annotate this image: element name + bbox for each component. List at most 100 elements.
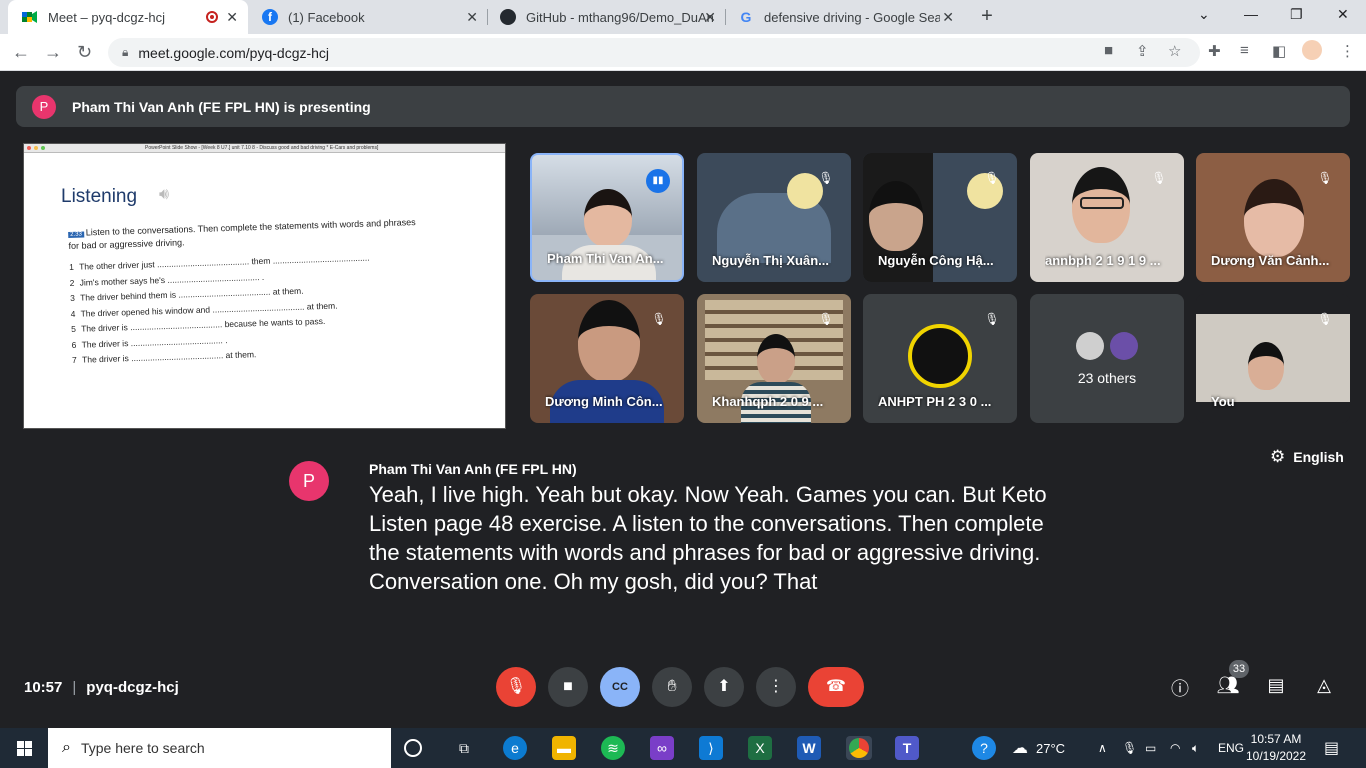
excel-icon[interactable]: X: [748, 736, 772, 760]
more-options-button[interactable]: ⋮: [756, 667, 796, 707]
window-dot: [41, 146, 45, 150]
meeting-code: pyq-dcgz-hcj: [86, 679, 179, 696]
mic-off-icon: 🎙︎: [1317, 171, 1333, 185]
share-icon[interactable]: ⇪: [1136, 42, 1149, 60]
caption-language-button[interactable]: ⚙︎ English: [1270, 447, 1344, 467]
end-call-button[interactable]: ☎︎: [808, 667, 864, 707]
browser-menu-icon[interactable]: ⋮: [1340, 42, 1355, 60]
weather-temp: 27°C: [1036, 740, 1066, 756]
tab-search-icon[interactable]: ⌄: [1198, 6, 1210, 23]
people-button[interactable]: 👥︎: [1214, 675, 1242, 696]
mic-off-icon: 🎙︎: [984, 312, 1000, 326]
url-text: meet.google.com/pyq-dcgz-hcj: [138, 44, 330, 61]
participant-tile[interactable]: 🎙︎ Nguyễn Công Hậ...: [863, 153, 1017, 282]
participant-name: Nguyễn Thị Xuân...: [712, 253, 830, 268]
tab-title: defensive driving - Google Search: [764, 9, 940, 25]
activities-button[interactable]: ◬: [1310, 675, 1338, 696]
close-tab-icon[interactable]: ✕: [466, 9, 478, 26]
task-view-icon[interactable]: ⧉: [452, 736, 476, 760]
browser-toolbar: ← → ↻ 🔒︎ meet.google.com/pyq-dcgz-hcj: [0, 34, 1366, 71]
participant-tile[interactable]: 🎙︎ annbph 2 1 9 1 9 ...: [1030, 153, 1184, 282]
close-tab-icon[interactable]: ✕: [704, 9, 716, 26]
cortana-icon[interactable]: [404, 739, 422, 757]
video-person: [1248, 342, 1284, 390]
presenter-avatar: P: [32, 94, 56, 119]
close-tab-icon[interactable]: ✕: [942, 9, 954, 26]
windows-logo-icon: [16, 740, 32, 756]
chat-button[interactable]: ▤: [1262, 675, 1290, 696]
close-tab-icon[interactable]: ✕: [226, 9, 238, 26]
tab-facebook[interactable]: f (1) Facebook ✕: [248, 0, 488, 34]
instruction-text: Listen to the conversations. Then comple…: [68, 217, 416, 251]
participant-name: annbph 2 1 9 1 9 ...: [1045, 253, 1161, 268]
taskbar-clock[interactable]: 10:57 AM 10/19/2022: [1240, 731, 1312, 765]
reload-icon[interactable]: ↻: [77, 42, 92, 63]
video-person: [584, 189, 632, 247]
video-person: [578, 300, 640, 382]
minimize-button[interactable]: —: [1244, 6, 1258, 22]
others-tile[interactable]: 23 others: [1030, 294, 1184, 423]
visual-studio-icon[interactable]: ∞: [650, 736, 674, 760]
mic-off-icon: 🎙︎: [1317, 312, 1333, 326]
meeting-info-button[interactable]: ⓘ: [1166, 675, 1194, 701]
extensions-icon[interactable]: ✚: [1208, 42, 1221, 60]
tab-google-search[interactable]: G defensive driving - Google Search ✕: [724, 0, 964, 34]
present-button[interactable]: ⬆: [704, 667, 744, 707]
media-control-icon[interactable]: ≡: [1240, 42, 1249, 59]
chat-icon: ▤: [1267, 675, 1285, 695]
forward-icon[interactable]: →: [44, 42, 62, 63]
participant-name: You: [1211, 394, 1235, 409]
bookmark-star-icon[interactable]: ☆: [1168, 42, 1181, 60]
wifi-icon[interactable]: ◠: [1170, 728, 1180, 768]
video-person: [869, 181, 923, 251]
raise-hand-button[interactable]: ✋︎: [652, 667, 692, 707]
tab-github[interactable]: GitHub - mthang96/Demo_DuAn ✕: [486, 0, 726, 34]
new-tab-button[interactable]: +: [976, 5, 998, 27]
presentation-slide[interactable]: PowerPoint Slide Show - [Week 8 U7.] uni…: [23, 143, 506, 429]
participant-tile[interactable]: 🎙︎ Dương Minh Côn...: [530, 294, 684, 423]
profile-avatar[interactable]: [1302, 40, 1322, 60]
chrome-icon[interactable]: [846, 736, 872, 760]
help-icon[interactable]: ?: [972, 736, 996, 760]
participant-tile[interactable]: 🎙︎ Dương Văn Cảnh...: [1196, 153, 1350, 282]
address-bar[interactable]: 🔒︎ meet.google.com/pyq-dcgz-hcj: [108, 38, 1200, 67]
taskbar-search-box[interactable]: ⌕ Type here to search: [48, 728, 391, 768]
mic-toggle-button[interactable]: 🎙︎: [496, 667, 536, 707]
participant-tile[interactable]: ▮▮ Pham Thi Van An...: [530, 153, 684, 282]
tab-meet[interactable]: Meet – pyq-dcgz-hcj ✕: [8, 0, 248, 34]
participant-name: Dương Văn Cảnh...: [1211, 253, 1330, 268]
participant-avatar: [908, 324, 972, 388]
camera-permission-icon[interactable]: ■: [1104, 42, 1113, 59]
microphone-tray-icon[interactable]: 🎙︎: [1122, 728, 1137, 768]
participant-tile[interactable]: 🎙︎ Khanhqph 2 0 9 ...: [697, 294, 851, 423]
weather-widget[interactable]: ☁︎ 27°C: [1012, 728, 1065, 768]
file-explorer-icon[interactable]: ▬: [552, 736, 576, 760]
tab-title: GitHub - mthang96/Demo_DuAn: [526, 9, 714, 25]
side-panel-icon[interactable]: ◧: [1272, 42, 1286, 60]
edge-icon[interactable]: e: [503, 736, 527, 760]
camera-toggle-button[interactable]: ■: [548, 667, 588, 707]
close-window-button[interactable]: ✕: [1337, 6, 1349, 23]
vscode-icon[interactable]: ⟩: [699, 736, 723, 760]
mic-off-icon: 🎙︎: [984, 171, 1000, 185]
participant-tile[interactable]: 🎙︎ ANHPT PH 2 3 0 ...: [863, 294, 1017, 423]
show-hidden-icons[interactable]: ∧: [1098, 728, 1107, 768]
maximize-button[interactable]: ❐: [1290, 6, 1303, 23]
cloud-icon: ☁︎: [1012, 740, 1028, 757]
clock-time: 10:57 AM: [1250, 732, 1302, 746]
back-icon[interactable]: ←: [12, 42, 30, 63]
start-button[interactable]: [0, 728, 48, 768]
spotify-icon[interactable]: ≋: [601, 736, 625, 760]
cc-icon: CC: [612, 681, 628, 693]
notifications-icon[interactable]: ▤: [1324, 728, 1339, 768]
self-tile[interactable]: 🎙︎ You: [1196, 294, 1350, 423]
volume-icon[interactable]: 🔈︎: [1192, 728, 1199, 768]
audio-icon: 🔊︎: [159, 186, 170, 203]
track-badge: 2.33: [68, 231, 84, 238]
battery-icon[interactable]: ▭: [1145, 728, 1156, 768]
participant-tile[interactable]: 🎙︎ Nguyễn Thị Xuân...: [697, 153, 851, 282]
video-glasses: [1080, 197, 1124, 209]
teams-icon[interactable]: T: [895, 736, 919, 760]
captions-button[interactable]: CC: [600, 667, 640, 707]
word-icon[interactable]: W: [797, 736, 821, 760]
